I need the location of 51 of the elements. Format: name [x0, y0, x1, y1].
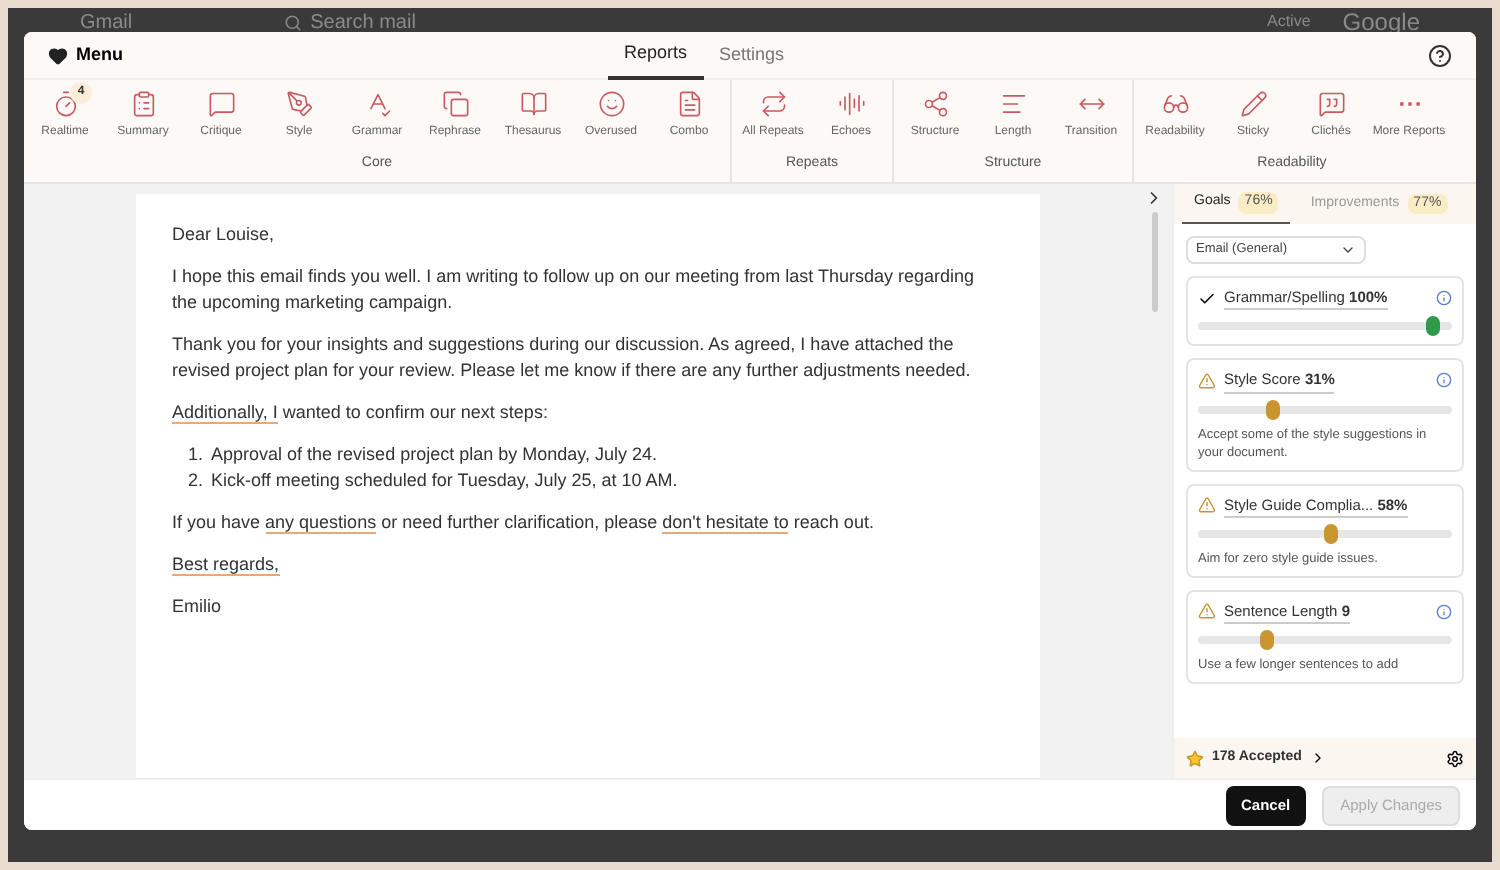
warning-icon [1198, 602, 1216, 621]
paragraph: Best regards, [172, 552, 282, 578]
status-text: Active [1267, 10, 1311, 34]
paragraph: I hope this email finds you well. I am writing to follow up on our meeting from last Thursday regarding the upcoming marketing campaign. [172, 264, 977, 316]
list-number: 2. [188, 468, 204, 494]
info-icon[interactable] [1436, 603, 1452, 620]
list-item: Approval of the revised project plan by Monday, July 24. [211, 442, 657, 468]
search-field[interactable]: Search mail [284, 7, 416, 37]
paragraph: Additionally, I wanted to confirm our next steps: [172, 400, 550, 426]
paragraph: Thank you for your insights and suggestions during our discussion. As agreed, I have attached the revised project plan for your review. Please let me know if there are any further adjustments needed. [172, 332, 973, 384]
paragraph: Dear Louise, [172, 222, 277, 248]
help-icon[interactable] [1428, 43, 1452, 67]
pages-icon [441, 90, 469, 118]
paragraph: If you have any questions or need further clarification, please don't hesitate to reach out. [172, 510, 876, 536]
glasses-icon [1161, 90, 1189, 118]
repeat-icon [759, 90, 787, 118]
timer-icon [51, 90, 79, 118]
logo-icon [48, 45, 68, 65]
settings-icon[interactable] [1446, 749, 1464, 767]
info-icon[interactable] [1436, 372, 1452, 389]
slider-thumb[interactable] [1324, 523, 1339, 544]
speech-bubble-icon [207, 90, 235, 118]
search-placeholder: Search mail [310, 9, 416, 37]
document-icon [675, 90, 703, 118]
brand-name: Google [1342, 6, 1420, 40]
app-name: Gmail [80, 9, 133, 37]
face-icon [597, 90, 625, 118]
warning-icon [1198, 496, 1216, 515]
pen-icon [285, 90, 313, 118]
lines-icon [999, 90, 1027, 118]
slider-thumb[interactable] [1425, 316, 1440, 337]
paragraph: Emilio [172, 594, 224, 620]
check-icon [1198, 289, 1216, 308]
slider-thumb[interactable] [1260, 630, 1275, 650]
clipboard-icon [129, 90, 157, 118]
sound-wave-icon [837, 90, 865, 118]
scrollbar [1151, 212, 1157, 312]
chevron-icon [1340, 242, 1356, 258]
list-number: 1. [188, 442, 204, 468]
search-icon [284, 13, 303, 31]
nodes-icon [921, 90, 949, 118]
list-item: Kick-off meeting scheduled for Tuesday, July 25, at 10 AM. [211, 468, 678, 494]
warning-icon [1198, 371, 1216, 390]
menu-label[interactable]: Menu [76, 41, 123, 69]
book-icon [519, 90, 547, 118]
info-icon[interactable] [1436, 290, 1452, 307]
star-icon [1186, 749, 1204, 767]
header-tab[interactable]: Settings [703, 32, 801, 79]
slider-thumb[interactable] [1265, 399, 1280, 419]
quote-bubble-icon [1317, 90, 1345, 118]
pencil-icon [1239, 90, 1267, 118]
